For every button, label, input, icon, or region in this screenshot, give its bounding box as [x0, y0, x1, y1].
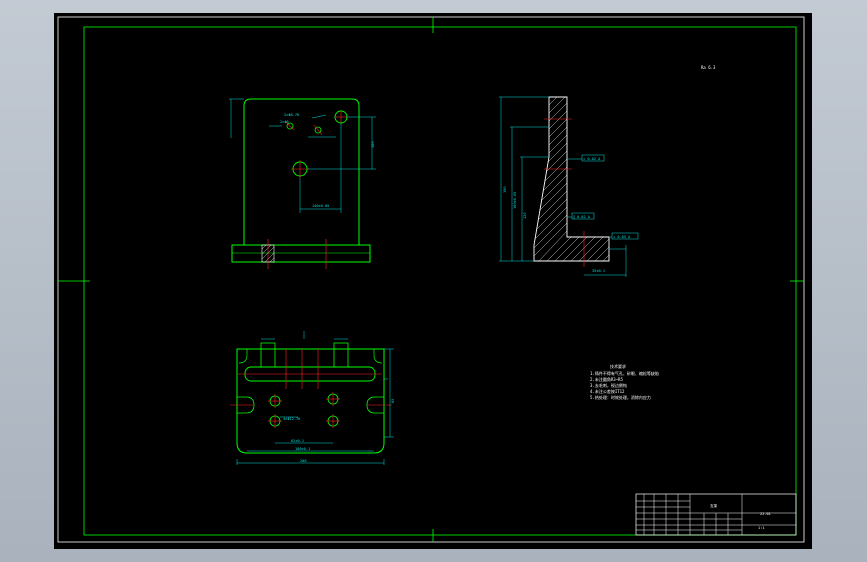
side-height-dim-2: 160±0.05 [513, 192, 517, 209]
front-hole-dim-2: 2×Φ6 [280, 120, 289, 124]
front-hole-dim-1: 2×Φ8-7H [284, 113, 299, 117]
title-block-scale: 1:1 [758, 526, 765, 530]
top-hole-dim: 4×Φ12-7H [283, 417, 300, 421]
centering-marks [58, 17, 804, 542]
side-view: 190 160±0.05 120 ⊥ 0.02 A ∥ 0.02 A ⊥ 0.0… [499, 96, 639, 277]
top-dim-1: 62±0.1 [291, 439, 304, 443]
top-depth-dim: 85 [391, 399, 395, 403]
title-block-drawing-no: ZJ-01 [760, 512, 771, 516]
front-view: 2×Φ8-7H 2×Φ6 140±0.05 100 [229, 98, 376, 269]
top-dim-2: 180±0.1 [295, 447, 310, 451]
side-tolerance-1: ⊥ 0.02 A [583, 157, 601, 161]
front-height-dim: 100 [371, 142, 375, 149]
side-tolerance-3: ⊥ 0.05 A [613, 235, 631, 239]
drawing-frame [83, 26, 797, 536]
title-block: 支架 ZJ-01 1:1 [635, 493, 797, 536]
tech-note-5: 5.热处理：时效处理，消除内应力 [590, 394, 651, 400]
roughness-note: Ra 6.3 [701, 65, 716, 70]
side-tolerance-2: ∥ 0.02 A [573, 214, 591, 219]
top-view: 62±0.1 180±0.1 200 4×Φ12-7H 85 [230, 331, 395, 465]
top-dim-3: 200 [300, 459, 307, 463]
side-total-height-dim: 190 [503, 187, 507, 194]
tech-note-3: 3.去毛刺，锐边倒钝 [590, 382, 627, 388]
side-base-dim: 35±0.1 [592, 269, 605, 273]
front-width-dim: 140±0.05 [312, 204, 329, 208]
tech-note-2: 2.未注圆角R3~R5 [590, 376, 623, 382]
title-block-part-name: 支架 [710, 503, 718, 508]
tech-notes: 技术要求 1.铸件不得有气孔、砂眼、缩松等缺陷 2.未注圆角R3~R5 3.去毛… [590, 363, 659, 400]
sheet-border [57, 16, 805, 543]
side-height-dim-3: 120 [523, 213, 527, 220]
tech-notes-title: 技术要求 [610, 363, 626, 369]
tech-note-1: 1.铸件不得有气孔、砂眼、缩松等缺陷 [590, 370, 659, 376]
cad-viewport[interactable]: Ra 6.3 2×Φ8-7H 2×Φ6 140±0.05 100 190 160… [54, 13, 812, 549]
cad-drawing: Ra 6.3 2×Φ8-7H 2×Φ6 140±0.05 100 190 160… [57, 16, 805, 543]
tech-note-4: 4.未注公差按IT12 [590, 388, 625, 394]
